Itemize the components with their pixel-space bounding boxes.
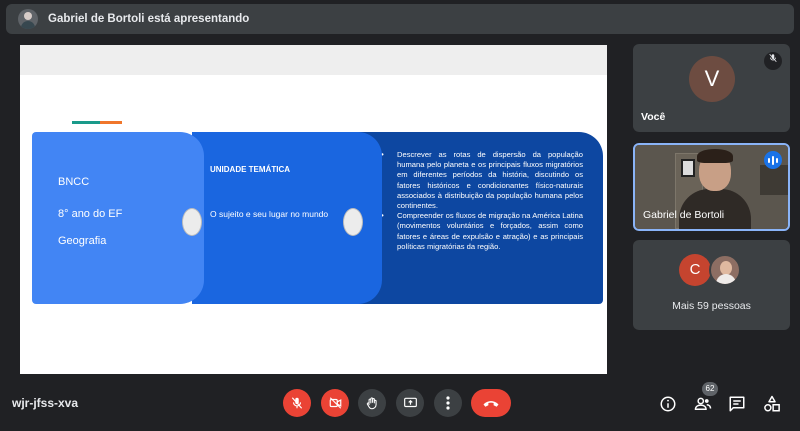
video-feed-background — [760, 165, 788, 195]
participant-count-badge: 62 — [702, 382, 718, 396]
avatar — [709, 254, 741, 286]
present-screen-button[interactable] — [396, 389, 424, 417]
avatar: V — [689, 56, 735, 102]
participant-tile-you[interactable]: V Você — [633, 44, 790, 132]
participants-button[interactable] — [692, 393, 714, 415]
mic-toggle-button[interactable] — [283, 389, 311, 417]
more-options-button[interactable] — [434, 389, 462, 417]
activities-icon — [764, 395, 780, 412]
more-participants-label: Mais 59 pessoas — [672, 300, 751, 312]
objective-item: Descrever as rotas de dispersão da popul… — [371, 150, 583, 211]
speaking-icon — [764, 151, 782, 169]
chat-button[interactable] — [726, 393, 748, 415]
participant-tile-others[interactable]: C Mais 59 pessoas — [633, 240, 790, 330]
participant-name: Você — [641, 111, 666, 123]
end-call-icon — [483, 401, 499, 407]
participant-name: Gabriel de Bortoli — [643, 209, 725, 221]
avatar: C — [679, 254, 711, 286]
camera-toggle-button[interactable] — [321, 389, 349, 417]
slide-header-band — [20, 45, 607, 75]
slide-accent-line — [100, 121, 122, 124]
mic-off-icon — [764, 52, 782, 70]
meeting-details-button[interactable] — [657, 393, 679, 415]
slide-panel-objectives: Descrever as rotas de dispersão da popul… — [353, 132, 603, 304]
raise-hand-button[interactable] — [358, 389, 386, 417]
subject-label: Geografia — [58, 235, 107, 247]
grade-label: 8° ano do EF — [58, 208, 123, 220]
camera-off-icon — [329, 397, 341, 409]
thematic-unit-body: O sujeito e seu lugar no mundo — [210, 209, 329, 219]
more-options-icon — [446, 396, 450, 410]
raise-hand-icon — [366, 396, 377, 409]
panel-connector — [343, 208, 363, 236]
bncc-label: BNCC — [58, 176, 90, 188]
info-icon — [660, 396, 676, 412]
participant-tile-presenter[interactable]: Gabriel de Bortoli — [633, 143, 790, 231]
presenter-banner-text: Gabriel de Bortoli está apresentando — [48, 13, 250, 25]
people-icon — [694, 397, 712, 410]
end-call-button[interactable] — [471, 389, 511, 417]
panel-connector — [182, 208, 202, 236]
objectives-list: Descrever as rotas de dispersão da popul… — [371, 150, 583, 252]
meeting-code: wjr-jfss-xva — [12, 396, 79, 410]
slide-panel-bncc: BNCC 8° ano do EF Geografia — [32, 132, 204, 304]
thematic-unit-title: UNIDADE TEMÁTICA — [210, 165, 290, 174]
chat-icon — [729, 396, 745, 412]
video-feed-background — [681, 159, 695, 177]
slide-accent-line — [72, 121, 102, 124]
objective-item: Compreender os fluxos de migração na Amé… — [371, 211, 583, 252]
video-feed-person — [697, 149, 733, 163]
shared-screen: Descrever as rotas de dispersão da popul… — [20, 45, 607, 374]
presenter-avatar — [18, 9, 38, 29]
present-screen-icon — [403, 397, 417, 408]
activities-button[interactable] — [761, 393, 783, 415]
presenter-banner: Gabriel de Bortoli está apresentando — [6, 4, 794, 34]
mic-off-icon — [291, 397, 303, 409]
